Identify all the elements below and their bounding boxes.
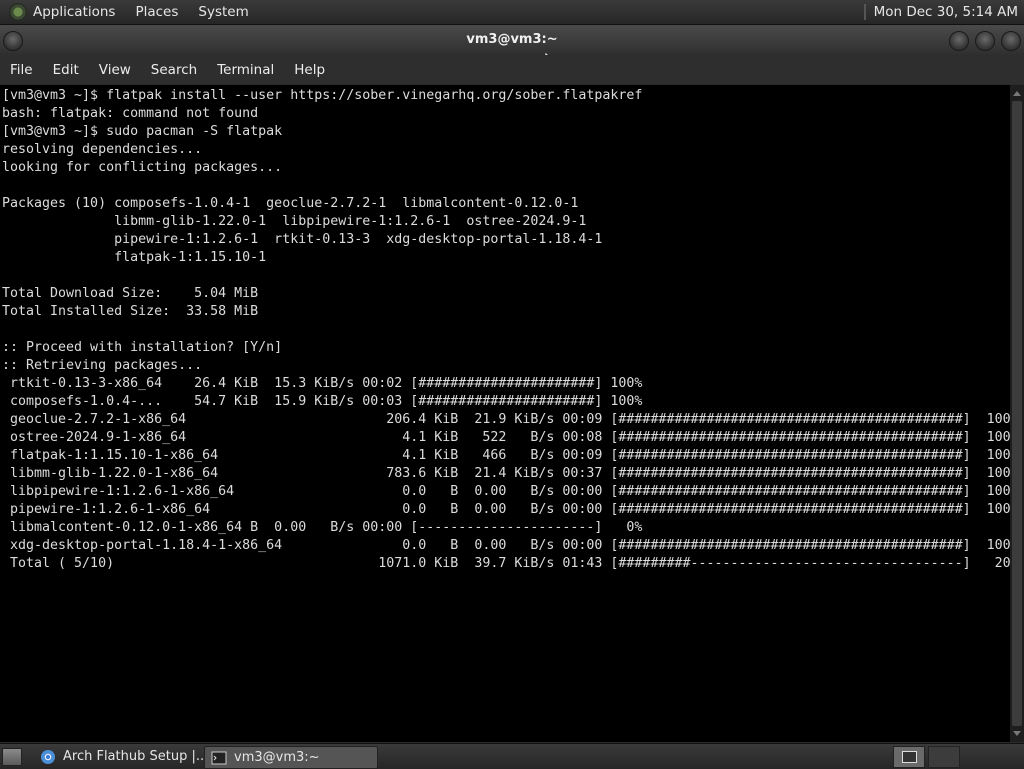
workspace-window-icon <box>902 751 917 763</box>
terminal-text[interactable]: [vm3@vm3 ~]$ flatpak install --user http… <box>0 85 1010 573</box>
bottom-panel: Arch Flathub Setup |... vm3@vm3:~ <box>0 743 1024 769</box>
menu-search[interactable]: Search <box>141 62 207 78</box>
terminal-output[interactable]: [vm3@vm3 ~]$ flatpak install --user http… <box>0 85 1010 742</box>
close-button[interactable] <box>1001 31 1021 51</box>
menu-terminal[interactable]: Terminal <box>207 62 284 78</box>
workspace-switcher-2[interactable] <box>928 746 960 768</box>
minimize-button[interactable] <box>949 31 969 51</box>
menu-view[interactable]: View <box>89 62 141 78</box>
terminal-menubar: File Edit View Search Terminal Help <box>0 55 1024 84</box>
taskbar-item-label: Arch Flathub Setup |... <box>63 749 204 764</box>
menu-edit[interactable]: Edit <box>43 62 89 78</box>
window-title: vm3@vm3:~ <box>466 32 558 47</box>
scrollbar-thumb[interactable] <box>1012 101 1022 726</box>
chromium-icon <box>41 749 55 764</box>
top-panel: Applications Places System Mon Dec 30, 5… <box>0 0 1024 25</box>
terminal-icon <box>211 751 227 764</box>
window-titlebar[interactable]: vm3@vm3:~ <box>0 25 1024 55</box>
menu-places[interactable]: Places <box>135 4 178 20</box>
menu-system[interactable]: System <box>198 4 248 20</box>
distro-logo-icon[interactable] <box>9 3 27 21</box>
panel-separator <box>863 4 866 20</box>
menu-help[interactable]: Help <box>284 62 335 78</box>
clock[interactable]: Mon Dec 30, 5:14 AM <box>874 4 1018 20</box>
menu-applications[interactable]: Applications <box>33 4 115 20</box>
taskbar-item-terminal[interactable]: vm3@vm3:~ <box>204 746 378 769</box>
show-desktop-icon[interactable] <box>2 748 22 766</box>
taskbar-item-browser[interactable]: Arch Flathub Setup |... <box>34 746 204 767</box>
maximize-button[interactable] <box>975 31 995 51</box>
scroll-up-icon[interactable] <box>1013 91 1021 96</box>
terminal-scrollbar[interactable] <box>1010 85 1024 742</box>
workspace-switcher-1[interactable] <box>893 746 925 768</box>
scroll-down-icon[interactable] <box>1013 731 1021 736</box>
taskbar-item-label: vm3@vm3:~ <box>234 750 320 765</box>
menu-file[interactable]: File <box>0 62 43 78</box>
